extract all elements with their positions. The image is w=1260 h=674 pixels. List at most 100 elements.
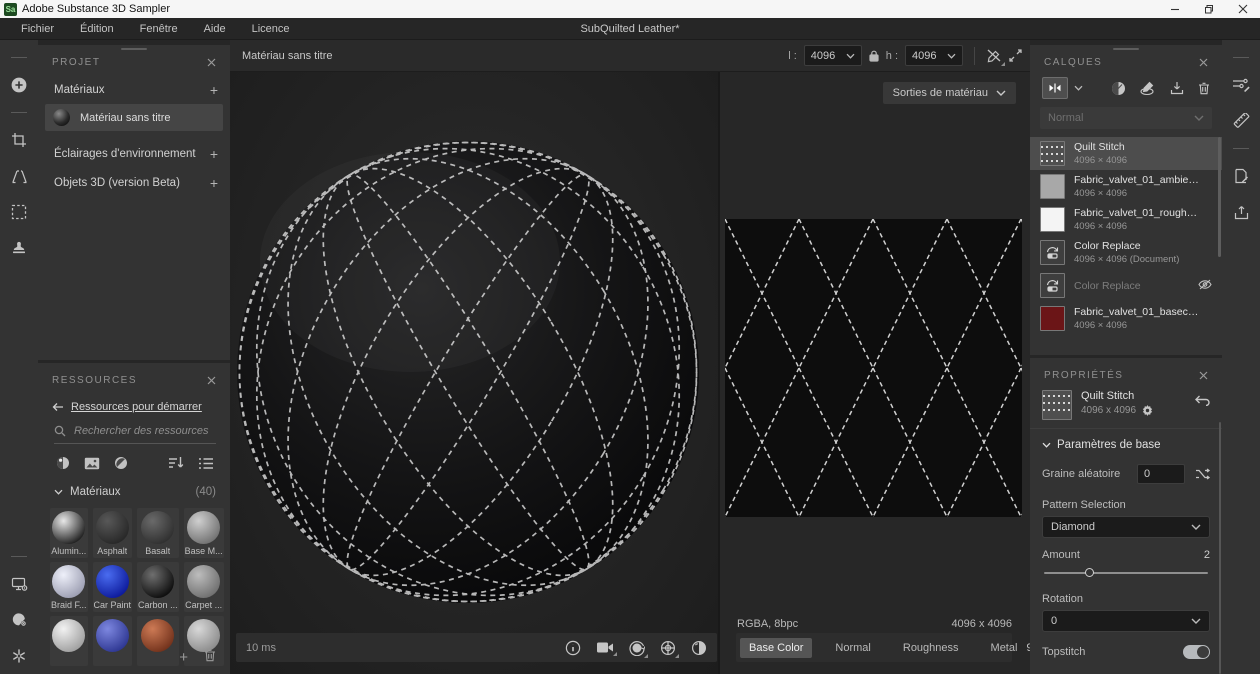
gear-icon[interactable] bbox=[1142, 405, 1153, 416]
layer-row[interactable]: Quilt Stitch4096 × 4096 bbox=[1030, 137, 1222, 170]
filter-material-icon[interactable] bbox=[56, 456, 70, 470]
edit-disabled-icon[interactable] bbox=[986, 48, 1002, 64]
environment-icon[interactable] bbox=[660, 640, 676, 656]
display-settings-icon[interactable] bbox=[5, 570, 33, 598]
slider-knob[interactable] bbox=[1085, 568, 1094, 577]
clone-stamp-icon[interactable] bbox=[5, 234, 33, 262]
search-icon bbox=[54, 425, 66, 437]
layer-row[interactable]: Color Replace bbox=[1030, 269, 1222, 302]
material-swatch[interactable] bbox=[50, 616, 88, 666]
base-parameters-section[interactable]: Paramètres de base bbox=[1030, 428, 1222, 457]
close-icon[interactable] bbox=[1196, 55, 1210, 69]
list-view-icon[interactable] bbox=[198, 457, 214, 470]
resources-back-link[interactable]: Ressources pour démarrer bbox=[71, 401, 202, 413]
add-adjustment-icon[interactable] bbox=[1111, 81, 1126, 96]
menu-item[interactable]: Édition bbox=[67, 18, 127, 40]
menu-item[interactable]: Fichier bbox=[8, 18, 67, 40]
filter-image-icon[interactable] bbox=[84, 457, 100, 470]
material-swatch[interactable]: Braid F... bbox=[50, 562, 88, 612]
seed-input[interactable]: 0 bbox=[1137, 464, 1185, 484]
restore-button[interactable] bbox=[1192, 0, 1226, 18]
info-icon[interactable] bbox=[565, 640, 581, 656]
toggle-switch[interactable] bbox=[1183, 645, 1210, 659]
viewport-2d[interactable]: Sorties de matériau bbox=[720, 72, 1030, 674]
filter-swatch-icon[interactable] bbox=[114, 456, 128, 470]
menu-item[interactable]: Fenêtre bbox=[127, 18, 191, 40]
viewport-tab[interactable]: Matériau sans titre bbox=[238, 50, 336, 62]
trash-icon[interactable] bbox=[204, 649, 216, 666]
blend-mode-select[interactable]: Normal bbox=[1040, 107, 1212, 129]
delete-layer-icon[interactable] bbox=[1198, 82, 1210, 95]
resources-group-header[interactable]: Matériaux (40) bbox=[38, 474, 230, 500]
fullscreen-icon[interactable] bbox=[1009, 49, 1022, 62]
marquee-select-icon[interactable] bbox=[5, 198, 33, 226]
add-object-button[interactable]: + bbox=[210, 178, 218, 188]
reset-icon[interactable] bbox=[1194, 390, 1210, 409]
sort-icon[interactable] bbox=[168, 456, 184, 470]
material-sphere-thumb bbox=[187, 565, 220, 598]
close-icon[interactable] bbox=[1196, 368, 1210, 382]
add-material-button[interactable]: + bbox=[210, 85, 218, 95]
material-swatch[interactable]: Car Paint bbox=[93, 562, 133, 612]
scrollbar[interactable] bbox=[1218, 137, 1221, 257]
height-select[interactable]: 4096 bbox=[905, 45, 963, 66]
perspective-icon[interactable] bbox=[5, 162, 33, 190]
amount-slider[interactable] bbox=[1044, 567, 1208, 579]
turntable-icon[interactable] bbox=[629, 640, 645, 656]
project-section-lighting[interactable]: Éclairages d'environnement + bbox=[38, 139, 230, 168]
layer-row[interactable]: Fabric_valvet_01_roughness.jpg4096 × 409… bbox=[1030, 203, 1222, 236]
pattern-select[interactable]: Diamond bbox=[1042, 516, 1210, 538]
toggle-list: TopstitchSeamQuilt bbox=[1030, 636, 1222, 674]
close-icon[interactable] bbox=[204, 373, 218, 387]
close-button[interactable] bbox=[1226, 0, 1260, 18]
ruler-icon[interactable] bbox=[1227, 107, 1255, 135]
material-swatch[interactable] bbox=[93, 616, 133, 666]
rotation-select[interactable]: 0 bbox=[1042, 610, 1210, 632]
material-item[interactable]: Matériau sans titre bbox=[45, 104, 223, 131]
menu-item[interactable]: Licence bbox=[239, 18, 303, 40]
close-icon[interactable] bbox=[204, 55, 218, 69]
menu-item[interactable]: Aide bbox=[191, 18, 239, 40]
compare-view-button[interactable] bbox=[1042, 77, 1068, 99]
minimize-button[interactable] bbox=[1158, 0, 1192, 18]
add-lighting-button[interactable]: + bbox=[210, 149, 218, 159]
visibility-off-icon[interactable] bbox=[1198, 279, 1212, 293]
layer-row[interactable]: Fabric_valvet_01_ambientocclusion.jpg409… bbox=[1030, 170, 1222, 203]
camera-icon[interactable] bbox=[596, 641, 614, 654]
import-layer-icon[interactable] bbox=[1170, 81, 1184, 95]
channel-tab[interactable]: Metal bbox=[982, 638, 1027, 658]
environment-settings-icon[interactable] bbox=[5, 606, 33, 634]
lock-icon[interactable] bbox=[869, 50, 879, 62]
channel-tab[interactable]: Roughness bbox=[894, 638, 968, 658]
layer-row[interactable]: Color Replace4096 × 4096 (Document) bbox=[1030, 236, 1222, 269]
material-swatch[interactable]: Alumin... bbox=[50, 508, 88, 558]
material-swatch[interactable]: Basalt bbox=[137, 508, 179, 558]
material-swatch[interactable]: Base M... bbox=[184, 508, 224, 558]
material-swatch[interactable]: Carpet ... bbox=[184, 562, 224, 612]
annotate-icon[interactable] bbox=[1227, 162, 1255, 190]
scrollbar[interactable] bbox=[1219, 422, 1221, 674]
channel-tab[interactable]: Normal bbox=[826, 638, 879, 658]
layer-row[interactable]: Fabric_valvet_01_basecolor.jpg4096 × 409… bbox=[1030, 302, 1222, 335]
add-icon[interactable]: + bbox=[179, 649, 188, 666]
width-select[interactable]: 4096 bbox=[804, 45, 862, 66]
share-icon[interactable] bbox=[1227, 198, 1255, 226]
add-resource-icon[interactable] bbox=[5, 71, 33, 99]
add-effect-icon[interactable] bbox=[1140, 81, 1156, 96]
material-swatch[interactable] bbox=[137, 616, 179, 666]
shuffle-icon[interactable] bbox=[1195, 468, 1210, 480]
material-swatch[interactable]: Asphalt bbox=[93, 508, 133, 558]
render-mode-icon[interactable] bbox=[691, 640, 707, 656]
search-input[interactable]: Rechercher des ressources bbox=[54, 425, 216, 444]
back-arrow-icon[interactable] bbox=[52, 402, 64, 412]
project-section-objects[interactable]: Objets 3D (version Beta) + bbox=[38, 168, 230, 197]
material-outputs-select[interactable]: Sorties de matériau bbox=[883, 82, 1016, 104]
material-swatch[interactable]: Carbon ... bbox=[137, 562, 179, 612]
tweaks-icon[interactable] bbox=[1227, 71, 1255, 99]
channel-tab[interactable]: Base Color bbox=[740, 638, 812, 658]
plugins-icon[interactable] bbox=[5, 642, 33, 670]
viewport-3d[interactable]: 10 ms bbox=[230, 72, 718, 674]
project-section-materials[interactable]: Matériaux + bbox=[38, 75, 230, 104]
crop-icon[interactable] bbox=[5, 126, 33, 154]
chevron-down-icon[interactable] bbox=[1074, 85, 1083, 91]
